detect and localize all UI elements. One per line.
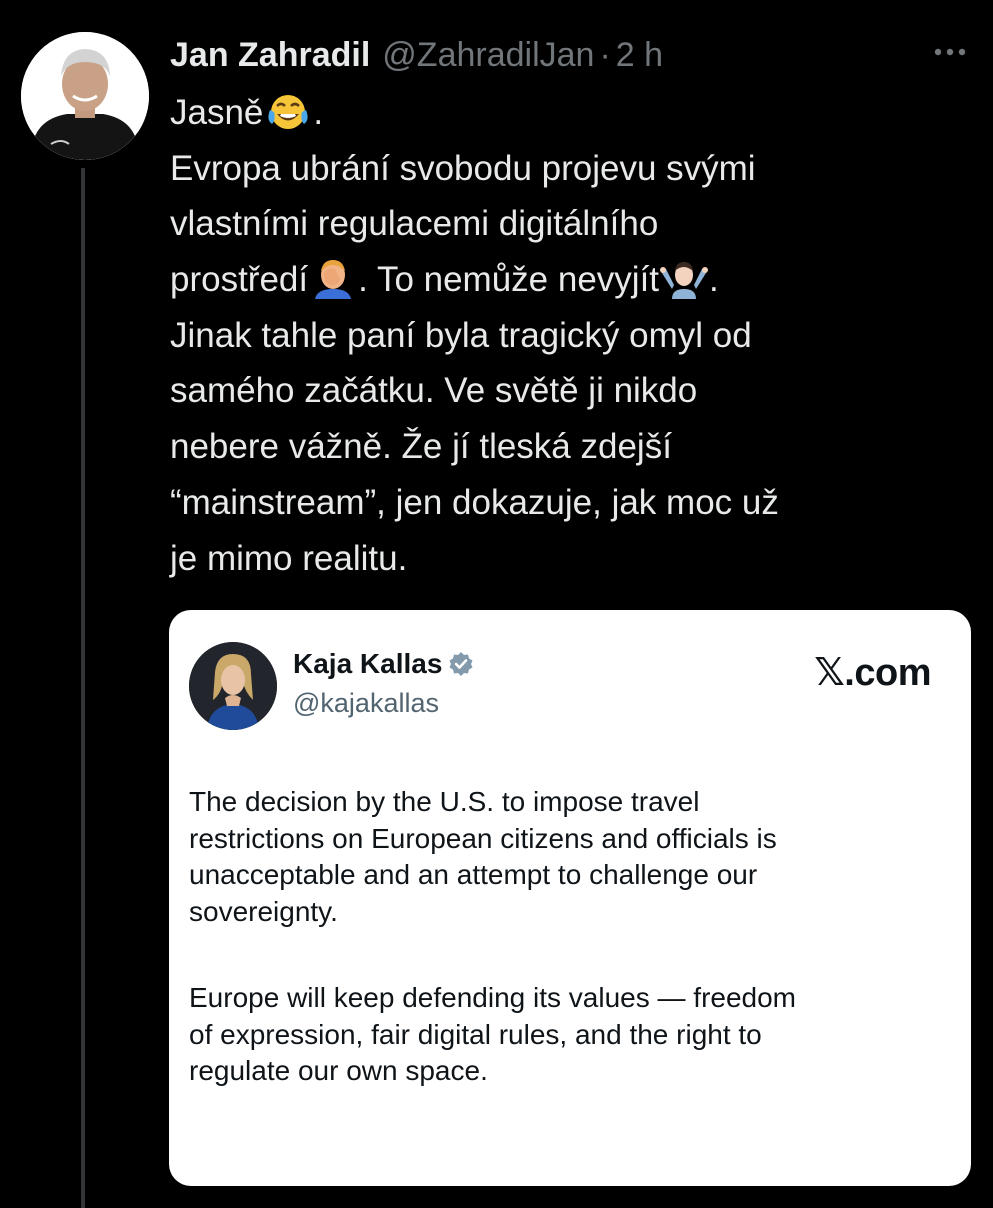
thread-line: [81, 168, 85, 1208]
quoted-text-line: sovereignty.: [189, 895, 338, 927]
tweet-line: je mimo realitu.: [170, 538, 408, 578]
tweet-line: prostředí . To nemůže nevyjít.: [170, 252, 970, 308]
author-avatar-photo: [21, 32, 149, 160]
more-dots-icon: [934, 48, 966, 56]
author-avatar[interactable]: [21, 32, 149, 160]
tweet-timestamp[interactable]: 2 h: [616, 36, 663, 75]
tweet-line: nebere vážně. Že jí tleská zdejší: [170, 427, 672, 467]
quoted-name-row: Kaja Kallas: [293, 648, 474, 680]
tweet-text-span: Jasně: [170, 93, 264, 132]
tweet-text-span: . To nemůže nevyjít: [358, 260, 660, 300]
quoted-text-line: The decision by the U.S. to impose trave…: [189, 786, 700, 817]
quoted-text-line: of expression, fair digital rules, and t…: [189, 1018, 762, 1050]
verified-badge-icon: [448, 651, 474, 677]
tweet-text-span: .: [313, 93, 324, 132]
tweet-header: Jan Zahradil @ZahradilJan · 2 h: [170, 30, 930, 80]
face-with-tears-of-joy-icon: [264, 92, 312, 132]
quoted-author-avatar[interactable]: [189, 642, 277, 730]
author-handle[interactable]: @ZahradilJan: [382, 36, 594, 75]
tweet-line: Jasně.: [170, 85, 970, 141]
quoted-author-handle[interactable]: @kajakallas: [293, 688, 439, 719]
tweet-line: Evropa ubrání svobodu projevu svými: [170, 148, 756, 188]
quoted-text-line: Europe will keep defending its values — …: [189, 982, 797, 1013]
more-options-button[interactable]: [926, 34, 974, 70]
quoted-text-line: restrictions on European citizens and of…: [189, 822, 777, 854]
quoted-post-text: The decision by the U.S. to impose trave…: [189, 784, 949, 1090]
tweet-line: “mainstream”, jen dokazuje, jak moc už: [170, 482, 779, 522]
quoted-text-line: regulate our own space.: [189, 1055, 488, 1086]
tweet-line: vlastními regulacemi digitálního: [170, 204, 659, 244]
tweet-line: Jinak tahle paní byla tragický omyl od: [170, 315, 752, 355]
author-name[interactable]: Jan Zahradil: [170, 36, 370, 75]
person-facepalming-icon: [309, 259, 357, 300]
quoted-text-line: unacceptable and an attempt to challenge…: [189, 859, 758, 890]
quoted-author-name[interactable]: Kaja Kallas: [293, 648, 442, 680]
tweet-text: Jasně. Evropa ubrání svobodu projevu svý…: [170, 85, 970, 586]
quoted-author-avatar-photo: [189, 642, 277, 730]
quoted-post-card[interactable]: Kaja Kallas @kajakallas 𝕏.com The decisi…: [169, 610, 971, 1186]
tweet[interactable]: Jan Zahradil @ZahradilJan · 2 h Jasně. E…: [0, 0, 993, 1208]
x-logo-brand: 𝕏.com: [814, 652, 931, 694]
tweet-text-span: .: [709, 260, 719, 300]
tweet-line: samého začátku. Ve světě ji nikdo: [170, 371, 698, 411]
header-separator: ·: [599, 35, 611, 74]
tweet-text-span: prostředí: [170, 260, 309, 300]
person-shrugging-icon: [660, 259, 709, 300]
